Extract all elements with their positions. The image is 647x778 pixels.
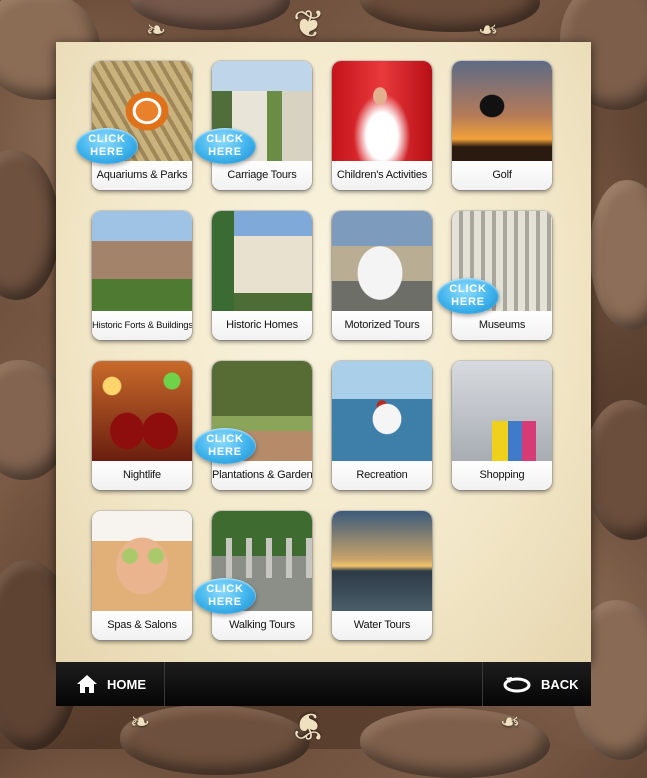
tile-label: Recreation — [332, 461, 432, 490]
tile-label: Walking Tours — [212, 611, 312, 640]
tile-walking-tours[interactable]: Walking Tours — [212, 511, 312, 640]
tile-label: Carriage Tours — [212, 161, 312, 190]
click-text: CLICK — [88, 133, 126, 145]
back-arrow-icon — [503, 677, 531, 693]
home-label: HOME — [107, 676, 146, 692]
background-rock — [585, 400, 647, 540]
background-rock — [0, 150, 60, 300]
bottom-ornament: ❦ — [293, 704, 325, 748]
golfer-photo — [452, 61, 552, 161]
footer-bar: HOME BACK — [56, 662, 591, 706]
tile-label: Water Tours — [332, 611, 432, 640]
tile-label: Museums — [452, 311, 552, 340]
tile-label: Children's Activities — [332, 161, 432, 190]
tile-label: Spas & Salons — [92, 611, 192, 640]
bottom-right-ornament: ❧ — [500, 708, 521, 736]
tile-plantations-gardens[interactable]: Plantations & Gardens — [212, 361, 312, 490]
top-ornament: ❦ — [293, 2, 325, 46]
here-text: HERE — [208, 596, 242, 608]
waterslide-photo — [332, 61, 432, 161]
tile-label: Historic Homes — [212, 311, 312, 340]
click-here-badge[interactable]: CLICK HERE — [194, 128, 256, 164]
background-rock — [360, 708, 550, 778]
top-right-ornament: ❧ — [478, 16, 499, 44]
tile-label: Aquariums & Parks — [92, 161, 192, 190]
tile-childrens-activities[interactable]: Children's Activities — [332, 61, 432, 190]
click-text: CLICK — [206, 583, 244, 595]
tile-nightlife[interactable]: Nightlife — [92, 361, 192, 490]
tile-label: Motorized Tours — [332, 311, 432, 340]
tile-label: Shopping — [452, 461, 552, 490]
shuttle-photo — [332, 211, 432, 311]
historic-home-photo — [212, 211, 312, 311]
tile-golf[interactable]: Golf — [452, 61, 552, 190]
tile-motorized-tours[interactable]: Motorized Tours — [332, 211, 432, 340]
tile-carriage-tours[interactable]: Carriage Tours — [212, 61, 312, 190]
tile-historic-forts[interactable]: Historic Forts & Buildings — [92, 211, 192, 340]
here-text: HERE — [208, 446, 242, 458]
tile-historic-homes[interactable]: Historic Homes — [212, 211, 312, 340]
click-text: CLICK — [206, 133, 244, 145]
tile-spas-salons[interactable]: Spas & Salons — [92, 511, 192, 640]
spa-photo — [92, 511, 192, 611]
fort-photo — [92, 211, 192, 311]
back-label: BACK — [541, 676, 579, 692]
category-panel: Aquariums & Parks Carriage Tours Childre… — [56, 42, 591, 662]
footer-divider — [164, 662, 165, 706]
harbor-photo — [332, 511, 432, 611]
click-here-badge[interactable]: CLICK HERE — [194, 578, 256, 614]
tile-museums[interactable]: Museums — [452, 211, 552, 340]
tile-recreation[interactable]: Recreation — [332, 361, 432, 490]
tile-label: Plantations & Gardens — [212, 461, 312, 490]
wine-glasses-photo — [92, 361, 192, 461]
here-text: HERE — [451, 296, 485, 308]
tile-shopping[interactable]: Shopping — [452, 361, 552, 490]
tile-label: Nightlife — [92, 461, 192, 490]
bottom-left-ornament: ❧ — [130, 708, 151, 736]
top-left-ornament: ❧ — [146, 16, 167, 44]
back-button[interactable]: BACK — [502, 662, 579, 706]
click-here-badge[interactable]: CLICK HERE — [194, 428, 256, 464]
click-here-badge[interactable]: CLICK HERE — [437, 278, 499, 314]
home-button[interactable]: HOME — [76, 662, 146, 706]
click-text: CLICK — [206, 433, 244, 445]
jet-ski-photo — [332, 361, 432, 461]
here-text: HERE — [90, 146, 124, 158]
tile-label: Historic Forts & Buildings — [92, 311, 192, 340]
background-rock — [360, 0, 540, 32]
home-icon — [77, 675, 97, 693]
background-rock — [590, 180, 647, 330]
shopping-bags-photo — [452, 361, 552, 461]
tile-label: Golf — [452, 161, 552, 190]
tile-water-tours[interactable]: Water Tours — [332, 511, 432, 640]
footer-divider — [482, 662, 483, 706]
tile-aquariums-parks[interactable]: Aquariums & Parks — [92, 61, 192, 190]
click-text: CLICK — [449, 283, 487, 295]
click-here-badge[interactable]: CLICK HERE — [76, 128, 138, 164]
here-text: HERE — [208, 146, 242, 158]
